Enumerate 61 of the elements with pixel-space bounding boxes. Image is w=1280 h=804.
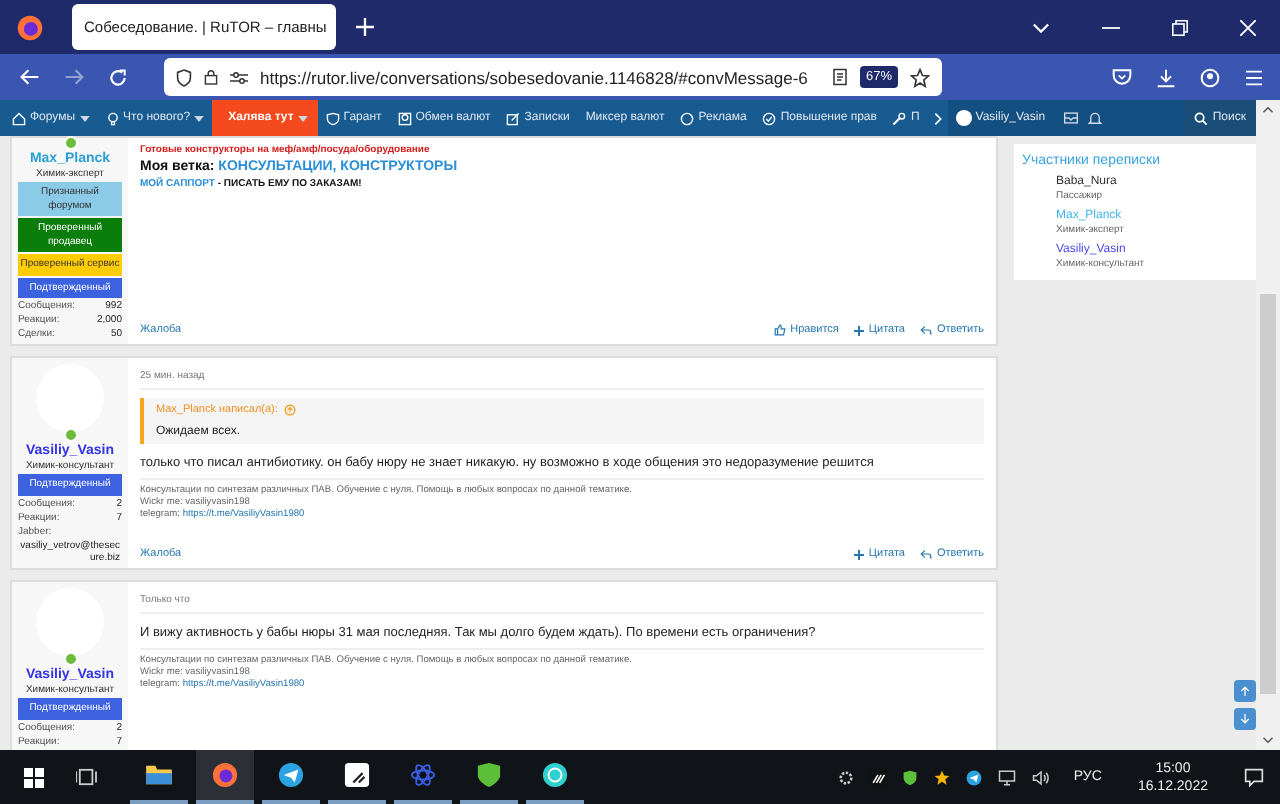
notepad-icon bbox=[344, 762, 370, 788]
firefox-icon bbox=[212, 762, 238, 788]
edit-icon bbox=[506, 111, 521, 125]
folder-icon bbox=[146, 764, 172, 786]
chevron-right-icon[interactable] bbox=[933, 111, 942, 125]
caret-icon bbox=[194, 115, 205, 121]
back-arrow-icon[interactable] bbox=[20, 68, 40, 86]
search-icon bbox=[1194, 111, 1209, 125]
scroll-up-button[interactable] bbox=[1234, 680, 1256, 702]
minimize-icon[interactable] bbox=[1102, 25, 1120, 29]
person-icon bbox=[397, 111, 412, 125]
gear-icon[interactable] bbox=[837, 769, 854, 785]
download-icon[interactable] bbox=[1156, 67, 1176, 87]
shield-icon[interactable] bbox=[176, 67, 192, 87]
reload-icon[interactable] bbox=[108, 67, 128, 87]
lightbulb-icon bbox=[105, 111, 120, 125]
url-text: https://rutor.live/conversations/sobesedovanie.1146828/#convMessage-6 bbox=[260, 67, 810, 87]
scrollbar[interactable] bbox=[1256, 100, 1280, 750]
reply-icon bbox=[920, 548, 933, 560]
menu-icon[interactable] bbox=[1244, 69, 1264, 85]
shield-icon bbox=[476, 762, 502, 788]
chevron-down-icon[interactable] bbox=[1262, 736, 1274, 744]
plus-icon[interactable] bbox=[356, 18, 374, 36]
restore-icon[interactable] bbox=[1172, 19, 1188, 35]
plus-icon bbox=[854, 325, 865, 335]
close-icon[interactable] bbox=[1240, 19, 1256, 35]
chevron-up-icon[interactable] bbox=[1262, 106, 1274, 114]
shield-icon bbox=[325, 111, 340, 125]
paper-plane-icon bbox=[278, 762, 304, 788]
home-icon bbox=[12, 111, 26, 125]
speaker-icon[interactable] bbox=[1031, 769, 1050, 785]
mail-icon[interactable] bbox=[1063, 112, 1078, 124]
caret-icon bbox=[297, 115, 308, 121]
caret-icon bbox=[79, 115, 90, 121]
paper-plane-icon[interactable] bbox=[965, 769, 982, 785]
circle-icon bbox=[680, 111, 695, 125]
pocket-icon[interactable] bbox=[1112, 68, 1132, 86]
arrow-down-icon bbox=[1240, 714, 1250, 724]
notification-icon[interactable] bbox=[1244, 767, 1264, 787]
task-view-icon[interactable] bbox=[76, 768, 98, 786]
scroll-down-button[interactable] bbox=[1234, 708, 1256, 730]
plus-icon bbox=[854, 549, 865, 559]
star-icon[interactable] bbox=[933, 769, 950, 785]
check-circle-icon bbox=[762, 111, 777, 125]
wrench-icon bbox=[892, 111, 907, 125]
sliders-icon[interactable] bbox=[230, 69, 248, 85]
star-icon[interactable] bbox=[910, 67, 930, 87]
lock-icon[interactable] bbox=[204, 68, 218, 86]
firefox-icon[interactable] bbox=[16, 13, 44, 41]
shield-icon[interactable] bbox=[901, 769, 918, 785]
thumbs-up-icon bbox=[774, 324, 787, 336]
globe-icon bbox=[542, 762, 568, 788]
account-icon[interactable] bbox=[1200, 67, 1220, 87]
atom-icon bbox=[410, 762, 436, 788]
reader-view-icon[interactable] bbox=[831, 68, 848, 86]
arrow-up-icon bbox=[1240, 686, 1250, 696]
reply-icon bbox=[920, 324, 933, 336]
bell-icon[interactable] bbox=[1087, 111, 1102, 125]
windows-logo-icon[interactable] bbox=[24, 767, 44, 787]
network-icon[interactable] bbox=[997, 769, 1016, 785]
stripes-icon[interactable] bbox=[869, 769, 886, 785]
